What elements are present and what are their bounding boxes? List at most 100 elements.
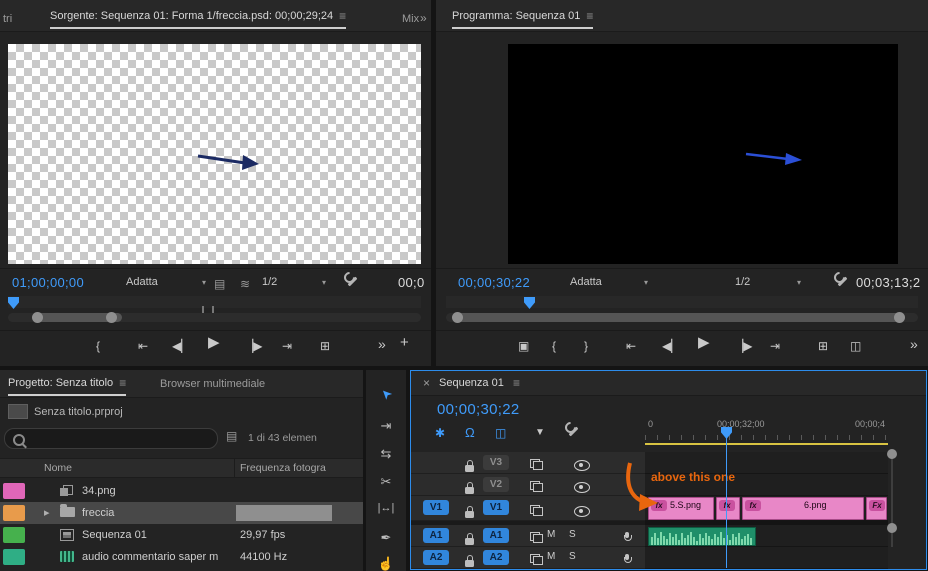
scrollbar-knob-right[interactable]	[894, 312, 905, 323]
list-item[interactable]: audio commentario saper m 44100 Hz	[0, 546, 363, 568]
step-forward-button[interactable]: ▕▶	[244, 338, 262, 354]
tab-overflow-left[interactable]: tri	[3, 13, 12, 25]
column-header-frame-rate[interactable]: Frequenza fotogra	[240, 462, 326, 474]
hand-tool[interactable]: ☝	[366, 556, 406, 571]
mark-out-button[interactable]: }	[584, 338, 588, 354]
track-target-badge[interactable]: V2	[483, 477, 509, 492]
tab-project[interactable]: Progetto: Senza titolo ≡	[8, 376, 127, 396]
list-item-selected[interactable]: ▸ freccia	[0, 502, 363, 524]
program-fit-dropdown[interactable]: Adatta ▾	[570, 276, 648, 288]
label-color-chip[interactable]	[3, 549, 25, 565]
scrollbar-knob-left[interactable]	[32, 312, 43, 323]
tab-overflow-chevron-icon[interactable]: »	[420, 11, 427, 25]
lock-icon[interactable]	[465, 482, 474, 494]
lock-icon[interactable]	[465, 506, 474, 518]
tab-program-monitor[interactable]: Programma: Sequenza 01 ≡	[452, 9, 594, 29]
label-color-chip[interactable]	[3, 483, 25, 499]
column-header-name[interactable]: Nome	[44, 462, 72, 474]
go-to-in-button[interactable]: ⇤	[626, 338, 636, 354]
source-fit-dropdown[interactable]: Adatta ▾	[126, 276, 206, 288]
panel-menu-icon[interactable]: ≡	[339, 9, 346, 23]
vscrollbar-knob-top[interactable]	[887, 449, 897, 459]
close-tab-icon[interactable]: ×	[423, 376, 430, 390]
snap-magnet-icon[interactable]: Ω	[465, 425, 475, 441]
sync-lock-icon[interactable]	[530, 505, 544, 516]
list-item[interactable]: 34.png	[0, 480, 363, 502]
source-zoom-scrollbar[interactable]	[8, 312, 421, 323]
scrollbar-knob-left[interactable]	[452, 312, 463, 323]
lock-icon[interactable]	[465, 533, 474, 545]
mark-in-button[interactable]: {	[552, 338, 556, 354]
add-marker-button[interactable]: ▣	[518, 338, 529, 354]
mark-in-button[interactable]: {	[96, 338, 100, 354]
clip[interactable]: fx 6.png	[742, 497, 864, 520]
tab-audio-mixer[interactable]: Mix	[402, 13, 419, 25]
panel-menu-icon[interactable]: ≡	[586, 9, 593, 23]
transport-overflow-chevron-icon[interactable]: »	[910, 336, 918, 352]
button-editor-plus-button[interactable]: +	[400, 335, 409, 351]
source-patch-badge[interactable]: V1	[423, 500, 449, 515]
column-divider[interactable]	[234, 459, 235, 477]
source-zoom-dropdown[interactable]: 1/2 ▾	[262, 276, 326, 288]
ruler-grip-handle[interactable]	[202, 306, 214, 313]
settings-wrench-icon[interactable]	[834, 273, 849, 288]
step-forward-button[interactable]: ▕▶	[734, 338, 752, 354]
track-target-badge[interactable]: V1	[483, 500, 509, 515]
solo-button[interactable]: S	[569, 529, 576, 540]
track-target-badge[interactable]: V3	[483, 455, 509, 470]
track-select-forward-tool[interactable]: ⇥	[366, 418, 406, 434]
tab-sequence[interactable]: Sequenza 01	[439, 377, 504, 389]
go-to-in-button[interactable]: ⇤	[138, 338, 148, 354]
voiceover-mic-icon[interactable]	[623, 532, 632, 543]
slip-tool[interactable]: |↔|	[366, 502, 406, 514]
go-to-out-button[interactable]: ⇥	[770, 338, 780, 354]
selection-tool[interactable]: ➤	[366, 385, 406, 403]
expander-icon[interactable]: ▸	[44, 506, 50, 519]
drag-video-icon[interactable]: ▤	[214, 276, 225, 292]
go-to-out-button[interactable]: ⇥	[282, 338, 292, 354]
sync-lock-icon[interactable]	[530, 481, 544, 492]
solo-button[interactable]: S	[569, 551, 576, 562]
play-button[interactable]: ▶	[698, 335, 710, 351]
scrollbar-handle[interactable]	[456, 313, 902, 322]
timeline-timecode[interactable]: 00;00;30;22	[437, 401, 520, 418]
search-bin-icon[interactable]: ▤	[226, 429, 237, 443]
lock-icon[interactable]	[465, 460, 474, 472]
linked-selection-icon[interactable]: ◫	[495, 425, 506, 441]
tab-source-monitor[interactable]: Sorgente: Sequenza 01: Forma 1/freccia.p…	[50, 9, 347, 29]
clip[interactable]: fx	[716, 497, 740, 520]
source-patch-badge[interactable]: A1	[423, 528, 449, 543]
timeline-ruler[interactable]: 0 00;00;32;00 00;00;4	[645, 415, 888, 445]
voiceover-mic-icon[interactable]	[623, 554, 632, 565]
drag-audio-icon[interactable]: ≋	[240, 276, 250, 292]
program-zoom-dropdown[interactable]: 1/2 ▾	[735, 276, 801, 288]
insert-button[interactable]: ⊞	[320, 338, 330, 354]
source-timecode[interactable]: 01;00;00;00	[12, 275, 84, 290]
program-zoom-scrollbar[interactable]	[446, 312, 918, 323]
mute-button[interactable]: M	[547, 551, 555, 562]
lock-icon[interactable]	[465, 555, 474, 567]
track-lane-a2[interactable]	[645, 547, 888, 569]
label-color-chip[interactable]	[3, 527, 25, 543]
tab-media-browser[interactable]: Browser multimediale	[160, 378, 265, 390]
search-input[interactable]	[29, 430, 213, 447]
sync-lock-icon[interactable]	[530, 532, 544, 543]
sync-lock-icon[interactable]	[530, 459, 544, 470]
step-back-button[interactable]: ◀▏	[172, 338, 190, 354]
label-color-chip[interactable]	[3, 505, 25, 521]
mute-button[interactable]: M	[547, 529, 555, 540]
step-back-button[interactable]: ◀▏	[662, 338, 680, 354]
source-patch-badge[interactable]: A2	[423, 550, 449, 565]
transport-overflow-chevron-icon[interactable]: »	[378, 336, 386, 352]
vscrollbar-knob-bottom[interactable]	[887, 523, 897, 533]
razor-tool[interactable]: ✂	[366, 474, 406, 490]
audio-clip[interactable]	[648, 527, 756, 546]
track-output-eye-icon[interactable]	[573, 460, 590, 471]
program-mini-ruler[interactable]	[446, 296, 918, 308]
nest-sequences-icon[interactable]: ✱	[435, 425, 445, 441]
comparison-view-button[interactable]: ◫	[850, 338, 861, 354]
panel-menu-icon[interactable]: ≡	[119, 376, 126, 390]
track-output-eye-icon[interactable]	[573, 482, 590, 493]
clip[interactable]: Fx	[866, 497, 887, 520]
pen-tool[interactable]: ✒	[366, 530, 406, 546]
